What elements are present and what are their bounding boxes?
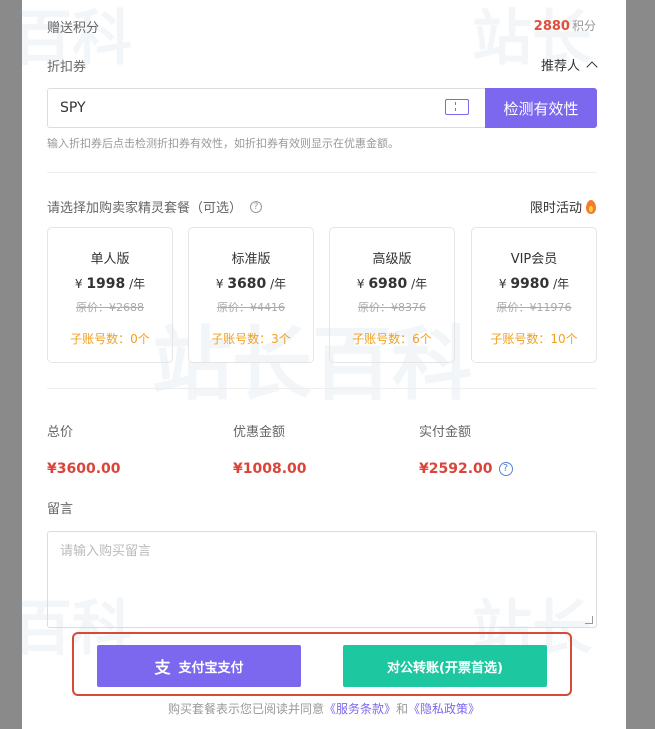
divider: [47, 172, 597, 173]
help-icon[interactable]: ?: [250, 200, 263, 213]
flame-icon: [586, 199, 596, 214]
purchase-panel: 百科 站长 站长百科 百科 站长 赠送积分 2880 积分 折扣券 推荐人 SPY…: [12, 0, 626, 729]
coupon-label: 折扣券: [47, 60, 87, 75]
package-subaccounts: 子账号数：0个: [70, 332, 150, 346]
chevron-up-icon: [586, 60, 598, 73]
paid-value: ¥2592.00 ?: [419, 461, 513, 477]
limited-offer-label: 限时活动: [529, 201, 582, 216]
message-textarea[interactable]: 请输入购买留言: [47, 531, 597, 628]
message-label: 留言: [47, 502, 74, 517]
check-validity-button[interactable]: 检测有效性: [485, 88, 597, 128]
package-price: ¥ 9980 /年: [498, 276, 570, 292]
package-card-vip[interactable]: VIP会员 ¥ 9980 /年 原价：¥11976 子账号数：10个: [471, 227, 597, 363]
agreement-text: 购买套餐表示您已阅读并同意《服务条款》和《隐私政策》: [167, 702, 481, 716]
package-subaccounts: 子账号数：6个: [352, 332, 432, 346]
resize-handle-icon[interactable]: [585, 616, 593, 624]
points-value: 2880 积分: [534, 17, 596, 34]
package-original-price: 原价：¥4416: [217, 301, 285, 314]
help-icon[interactable]: ?: [498, 462, 513, 476]
package-original-price: 原价：¥2688: [76, 301, 144, 314]
discount-label: 优惠金额: [233, 425, 286, 440]
points-unit: 积分: [571, 19, 596, 33]
package-price: ¥ 1998 /年: [74, 276, 146, 292]
discount-value: ¥1008.00: [233, 461, 307, 477]
package-original-price: 原价：¥8376: [358, 301, 426, 314]
package-price: ¥ 6980 /年: [356, 276, 428, 292]
package-name: 单人版: [90, 252, 130, 267]
total-label: 总价: [47, 425, 74, 440]
coupon-input[interactable]: SPY: [47, 88, 485, 128]
coupon-ticket-icon[interactable]: [445, 99, 469, 115]
points-number: 2880: [533, 19, 570, 34]
package-price: ¥ 3680 /年: [215, 276, 287, 292]
package-card-single[interactable]: 单人版 ¥ 1998 /年 原价：¥2688 子账号数：0个: [47, 227, 173, 363]
privacy-link[interactable]: 《隐私政策》: [408, 702, 480, 716]
package-section-title: 请选择加购卖家精灵套餐（可选） ?: [47, 197, 263, 216]
package-subaccounts: 子账号数：10个: [490, 332, 578, 346]
package-title-text: 请选择加购卖家精灵套餐（可选）: [47, 201, 243, 216]
alipay-button[interactable]: 支 支付宝支付: [97, 645, 301, 687]
package-name: VIP会员: [510, 252, 558, 267]
coupon-hint: 输入折扣券后点击检测折扣券有效性，如折扣券有效则显示在优惠金额。: [47, 137, 399, 150]
package-subaccounts: 子账号数：3个: [211, 332, 291, 346]
package-card-standard[interactable]: 标准版 ¥ 3680 /年 原价：¥4416 子账号数：3个: [188, 227, 314, 363]
limited-offer: 限时活动: [530, 197, 596, 216]
package-original-price: 原价：¥11976: [496, 301, 572, 314]
paid-label: 实付金额: [419, 425, 472, 440]
package-name: 高级版: [372, 252, 412, 267]
points-label: 赠送积分: [47, 21, 100, 36]
terms-link[interactable]: 《服务条款》: [324, 702, 396, 716]
alipay-icon: 支: [154, 658, 171, 677]
referrer-toggle[interactable]: 推荐人: [540, 55, 598, 74]
referrer-label: 推荐人: [540, 59, 580, 74]
alipay-label: 支付宝支付: [178, 660, 244, 676]
divider: [47, 388, 597, 389]
package-name: 标准版: [231, 252, 271, 267]
total-value: ¥3600.00: [47, 461, 121, 477]
package-card-advanced[interactable]: 高级版 ¥ 6980 /年 原价：¥8376 子账号数：6个: [329, 227, 455, 363]
bank-transfer-button[interactable]: 对公转账(开票首选): [343, 645, 547, 687]
